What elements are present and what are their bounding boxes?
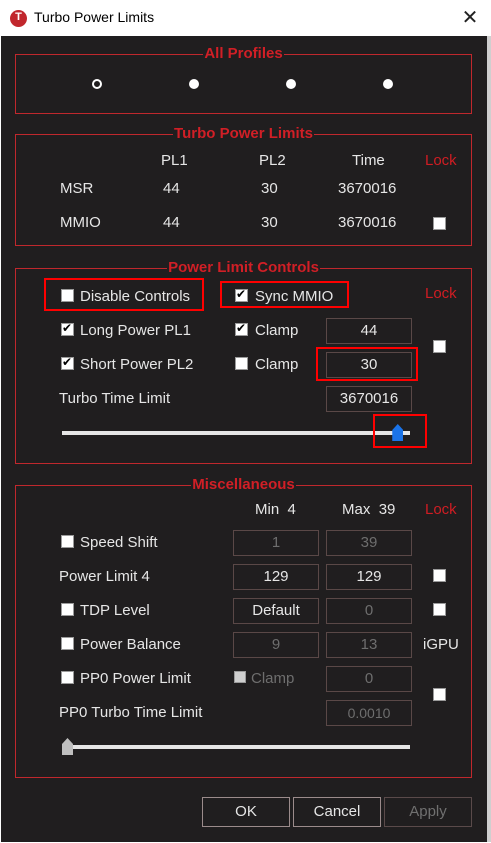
title-bar: T Turbo Power Limits ✕ — [0, 0, 491, 36]
header-pl2: PL2 — [259, 152, 286, 169]
turbo-power-limits-title: Turbo Power Limits — [173, 125, 314, 142]
cancel-button[interactable]: Cancel — [293, 797, 381, 827]
long-power-input[interactable]: 44 — [326, 318, 412, 344]
miscellaneous-title: Miscellaneous — [191, 476, 296, 493]
pp0-clamp-label[interactable]: Clamp — [251, 670, 294, 687]
profile-radio-3[interactable] — [286, 79, 296, 89]
long-power-clamp-checkbox[interactable] — [235, 321, 248, 336]
tdp-level-lock-checkbox[interactable] — [433, 603, 446, 616]
app-logo-icon: T — [10, 10, 27, 27]
power-limit-4-max-input[interactable]: 129 — [326, 564, 412, 590]
mmio-time: 3670016 — [338, 214, 397, 231]
min-value: 4 — [287, 501, 296, 518]
app-logo-letter: T — [15, 11, 22, 23]
pp0-turbo-time-label: PP0 Turbo Time Limit — [59, 704, 203, 721]
header-time: Time — [352, 152, 385, 169]
highlight-sync-mmio — [220, 281, 349, 308]
min-text: Min — [255, 501, 280, 518]
power-balance-cpu-input[interactable]: 9 — [233, 632, 319, 658]
plc-lock-label: Lock — [425, 285, 457, 302]
power-balance-checkbox[interactable] — [61, 637, 74, 650]
max-text: Max — [342, 501, 371, 518]
close-icon[interactable]: ✕ — [455, 5, 485, 31]
pp0-turbo-time-slider-track[interactable] — [62, 745, 410, 749]
power-limit-4-lock-checkbox[interactable] — [433, 569, 446, 582]
turbo-time-label: Turbo Time Limit — [59, 390, 171, 407]
min-label: Min 4 — [255, 501, 296, 518]
speed-shift-label[interactable]: Speed Shift — [80, 534, 158, 551]
tdp-level-checkbox[interactable] — [61, 603, 74, 616]
max-value: 39 — [378, 501, 396, 518]
plc-lock-checkbox[interactable] — [433, 340, 446, 353]
pp0-lock-checkbox[interactable] — [433, 688, 446, 701]
power-limit-controls-title: Power Limit Controls — [167, 259, 320, 276]
short-power-checkbox[interactable] — [61, 355, 74, 370]
turbo-time-input[interactable]: 3670016 — [326, 386, 412, 412]
short-power-clamp-label[interactable]: Clamp — [255, 356, 298, 373]
mmio-lock-checkbox[interactable] — [433, 217, 446, 230]
pp0-power-limit-checkbox[interactable] — [61, 671, 74, 684]
short-power-label[interactable]: Short Power PL2 — [80, 356, 193, 373]
highlight-disable-controls — [44, 278, 204, 311]
speed-shift-min-input[interactable]: 1 — [233, 530, 319, 556]
turbo-time-slider-track[interactable] — [62, 431, 410, 435]
max-label: Max 39 — [342, 501, 395, 518]
power-balance-gpu-input[interactable]: 13 — [326, 632, 412, 658]
igpu-label: iGPU — [423, 636, 459, 653]
profile-radio-1[interactable] — [92, 79, 102, 89]
tdp-level-label[interactable]: TDP Level — [80, 602, 150, 619]
speed-shift-checkbox[interactable] — [61, 535, 74, 548]
msr-pl1: 44 — [163, 180, 180, 197]
window-title: Turbo Power Limits — [34, 9, 155, 25]
long-power-clamp-label[interactable]: Clamp — [255, 322, 298, 339]
power-limit-4-label: Power Limit 4 — [59, 568, 150, 585]
tdp-level-max-input[interactable]: 0 — [326, 598, 412, 624]
header-lock: Lock — [425, 152, 457, 169]
all-profiles-group: All Profiles — [15, 45, 472, 114]
header-pl1: PL1 — [161, 152, 188, 169]
pp0-power-limit-label[interactable]: PP0 Power Limit — [80, 670, 191, 687]
msr-time: 3670016 — [338, 180, 397, 197]
long-power-checkbox[interactable] — [61, 321, 74, 336]
tdp-level-input[interactable]: Default — [233, 598, 319, 624]
apply-button[interactable]: Apply — [384, 797, 472, 827]
background-window-strip — [487, 36, 491, 842]
msr-label: MSR — [60, 180, 94, 197]
short-power-clamp-checkbox[interactable] — [235, 357, 248, 370]
all-profiles-title: All Profiles — [203, 45, 284, 62]
power-limit-4-min-input[interactable]: 129 — [233, 564, 319, 590]
mmio-pl1: 44 — [163, 214, 180, 231]
long-power-label[interactable]: Long Power PL1 — [80, 322, 191, 339]
mmio-label: MMIO — [60, 214, 101, 231]
highlight-turbo-slider — [373, 414, 427, 448]
mmio-pl2: 30 — [261, 214, 278, 231]
misc-lock-label: Lock — [425, 501, 457, 518]
pp0-clamp-checkbox[interactable] — [234, 671, 246, 683]
msr-pl2: 30 — [261, 180, 278, 197]
profile-radio-4[interactable] — [383, 79, 393, 89]
speed-shift-max-input[interactable]: 39 — [326, 530, 412, 556]
highlight-short-power-input — [316, 347, 418, 381]
pp0-power-limit-input[interactable]: 0 — [326, 666, 412, 692]
pp0-turbo-time-input[interactable]: 0.0010 — [326, 700, 412, 726]
profile-radio-2[interactable] — [189, 79, 199, 89]
ok-button[interactable]: OK — [202, 797, 290, 827]
power-balance-label[interactable]: Power Balance — [80, 636, 181, 653]
